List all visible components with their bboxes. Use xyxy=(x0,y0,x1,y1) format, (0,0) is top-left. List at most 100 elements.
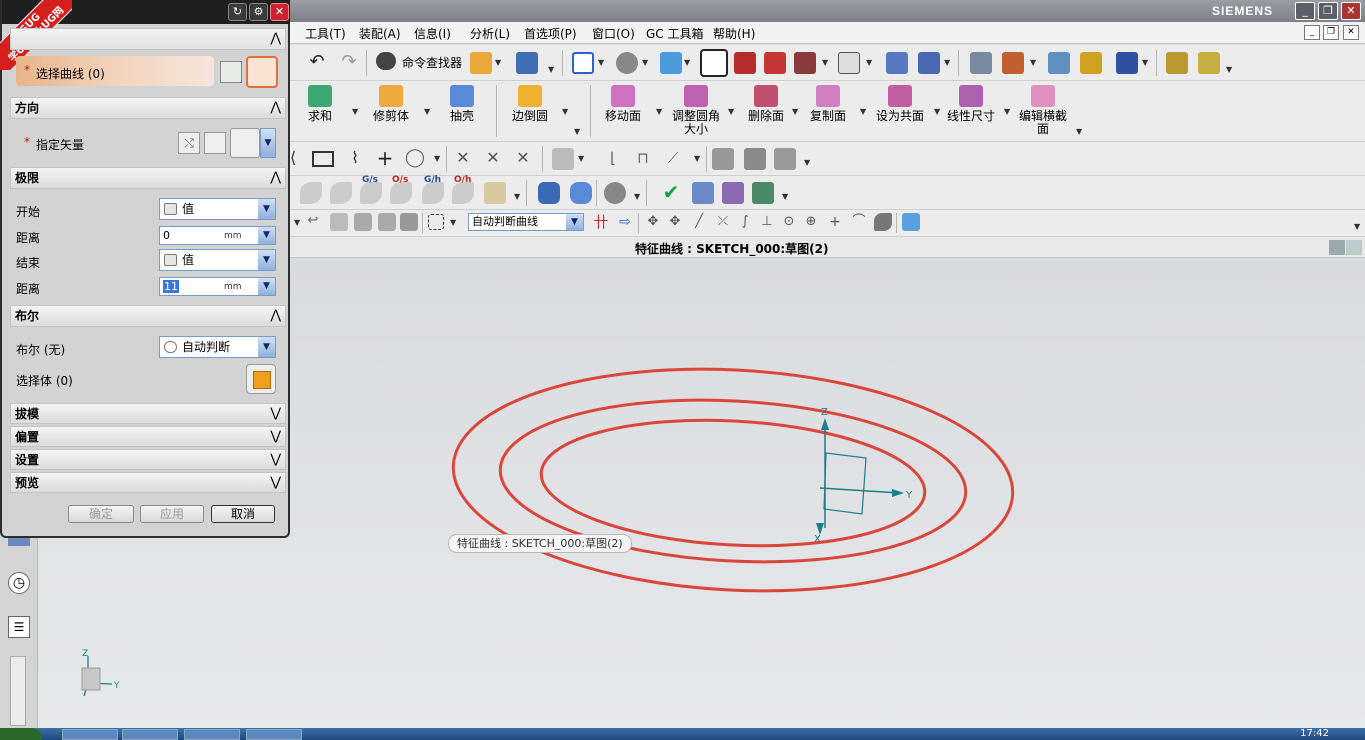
section-header-direction[interactable]: 方向 ⋀ xyxy=(10,97,286,119)
surface-extra-icon[interactable] xyxy=(484,182,506,204)
surface-sweep-icon[interactable] xyxy=(300,182,322,204)
sketch-section-icon[interactable] xyxy=(220,61,242,83)
part-navigator-icon[interactable]: ☰ xyxy=(8,616,30,638)
section-header-preview[interactable]: 预览 ⋁ xyxy=(10,472,286,493)
gear-tool-icon[interactable] xyxy=(604,182,626,204)
mirror-icon[interactable]: ⟋ xyxy=(662,148,684,170)
snap-quadrant-icon[interactable]: ⊥ xyxy=(758,213,776,231)
edit-cross-section-button[interactable]: 编辑横截面 xyxy=(1016,85,1070,136)
extend-icon[interactable]: ✕ xyxy=(482,148,504,170)
snap-midpoint-icon[interactable]: ✥ xyxy=(666,213,684,231)
mdi-minimize-button[interactable]: _ xyxy=(1304,25,1320,40)
snap-control-icon[interactable]: ╱ xyxy=(690,213,708,231)
snap-point-icon[interactable]: ⊙ xyxy=(780,213,798,231)
history-clock-icon[interactable]: ◷ xyxy=(8,572,30,594)
csys-icon[interactable] xyxy=(1002,52,1024,74)
information-icon[interactable] xyxy=(516,52,538,74)
menu-tools[interactable]: 工具(T) xyxy=(305,25,346,42)
linear-dimension-button[interactable]: 线性尺寸 xyxy=(946,85,996,123)
snap-existing-icon[interactable]: + xyxy=(826,213,844,231)
command-finder-label[interactable]: 命令查找器 xyxy=(402,54,462,71)
start-type-select[interactable]: 值 ▼ xyxy=(159,198,276,220)
view-orient-icon[interactable] xyxy=(616,52,638,74)
reverse-direction-icon[interactable]: ⤭ xyxy=(178,132,200,154)
selection-node-icon[interactable] xyxy=(354,213,372,231)
render-style-icon[interactable] xyxy=(700,49,728,77)
dialog-close-icon[interactable]: ✕ xyxy=(270,3,289,21)
snap-icon[interactable] xyxy=(1116,52,1138,74)
point-icon[interactable]: + xyxy=(374,148,396,170)
derived-curve-icon[interactable] xyxy=(774,148,796,170)
resize-blend-button[interactable]: 调整圆角大小 xyxy=(670,85,722,136)
menu-info[interactable]: 信息(I) xyxy=(414,25,451,42)
dialog-settings-gear-icon[interactable]: ⚙ xyxy=(249,3,268,21)
selection-body-icon[interactable] xyxy=(330,213,348,231)
taskbar-app-viewer[interactable] xyxy=(184,729,240,740)
select-body-icon[interactable] xyxy=(246,364,276,394)
mdi-close-button[interactable]: ✕ xyxy=(1343,25,1359,40)
assembly-check-icon[interactable] xyxy=(692,182,714,204)
measure-distance-icon[interactable] xyxy=(1166,52,1188,74)
stop-at-intersection-icon[interactable]: 卄 xyxy=(592,213,610,231)
fillet-icon[interactable]: ⌊ xyxy=(602,148,624,170)
trim-body-button[interactable]: 修剪体 xyxy=(370,85,412,123)
dialog-reset-icon[interactable]: ↻ xyxy=(228,3,247,21)
vector-dialog-icon[interactable] xyxy=(204,132,226,154)
check-icon[interactable]: ✔ xyxy=(660,182,682,204)
taskbar-app-chrome[interactable] xyxy=(246,729,302,740)
cylinder-icon[interactable] xyxy=(538,182,560,204)
selection-back-icon[interactable]: ↩ xyxy=(304,213,322,231)
half-cube-icon[interactable] xyxy=(794,52,816,74)
minimize-button[interactable]: _ xyxy=(1295,2,1315,20)
selection-rect-icon[interactable] xyxy=(428,214,444,230)
section-header-limits[interactable]: 极限 ⋀ xyxy=(10,167,286,189)
project-curve-icon[interactable] xyxy=(712,148,734,170)
start-distance-menu-arrow[interactable]: ▼ xyxy=(258,227,275,244)
copy-face-button[interactable]: 复制面 xyxy=(808,85,848,123)
select-curve-row[interactable]: * 选择曲线 (0) xyxy=(16,56,214,86)
background-icon[interactable] xyxy=(838,52,860,74)
snap-center-icon[interactable]: ⊕ xyxy=(802,213,820,231)
quality-check-icon[interactable] xyxy=(752,182,774,204)
taskbar-app-nx[interactable] xyxy=(122,729,178,740)
selection-feature-icon[interactable] xyxy=(400,213,418,231)
end-distance-input[interactable]: 11 mm ▼ xyxy=(159,277,276,296)
snap-arc-center-icon[interactable]: ∫ xyxy=(736,213,754,231)
vector-inferred-icon[interactable] xyxy=(230,128,260,158)
start-distance-input[interactable]: 0 mm ▼ xyxy=(159,226,276,245)
surface-loft-icon[interactable] xyxy=(330,182,352,204)
resource-scrollbar[interactable] xyxy=(10,656,26,726)
red-cube-icon[interactable] xyxy=(734,52,756,74)
datum-csys[interactable]: Z Y X xyxy=(814,407,913,545)
curve-select-icon[interactable] xyxy=(246,56,278,88)
maximize-button[interactable]: ❐ xyxy=(1318,2,1338,20)
shape-icon[interactable]: ◯ xyxy=(404,148,426,170)
offset-curve-icon[interactable] xyxy=(552,148,574,170)
move-face-button[interactable]: 移动面 xyxy=(602,85,644,123)
toolbox-icon[interactable] xyxy=(470,52,492,74)
curve-rule-select[interactable]: 自动判断曲线 ▼ xyxy=(468,213,584,231)
menu-gc-toolbox[interactable]: GC 工具箱 xyxy=(646,25,704,42)
surface-oh-icon[interactable]: O/h xyxy=(452,175,474,204)
layer-icon[interactable] xyxy=(970,52,992,74)
menu-preferences[interactable]: 首选项(P) xyxy=(524,25,577,42)
ok-button[interactable]: 确定 xyxy=(68,505,134,523)
edit-object-icon[interactable] xyxy=(1048,52,1070,74)
rectangle-icon[interactable] xyxy=(312,151,334,167)
fit-view-icon[interactable] xyxy=(572,52,594,74)
end-type-select[interactable]: 值 ▼ xyxy=(159,249,276,271)
spring-icon[interactable] xyxy=(570,182,592,204)
section-header-offset[interactable]: 偏置 ⋁ xyxy=(10,426,286,447)
status-full-screen-icon[interactable] xyxy=(1329,240,1345,255)
intersect-curve-icon[interactable] xyxy=(744,148,766,170)
measure-angle-icon[interactable] xyxy=(1198,52,1220,74)
close-button[interactable]: ✕ xyxy=(1341,2,1361,20)
boolean-select[interactable]: 自动判断 ▼ xyxy=(159,336,276,358)
surface-os-icon[interactable]: O/s xyxy=(390,175,412,204)
polyline-icon[interactable]: ⌇ xyxy=(344,148,366,170)
follow-fillet-icon[interactable]: ⇨ xyxy=(616,213,634,231)
snap-on-curve-icon[interactable]: ⌒ xyxy=(850,213,868,231)
display-icon[interactable] xyxy=(1080,52,1102,74)
move-component-icon[interactable] xyxy=(886,52,908,74)
snap-on-face-icon[interactable] xyxy=(874,213,892,231)
